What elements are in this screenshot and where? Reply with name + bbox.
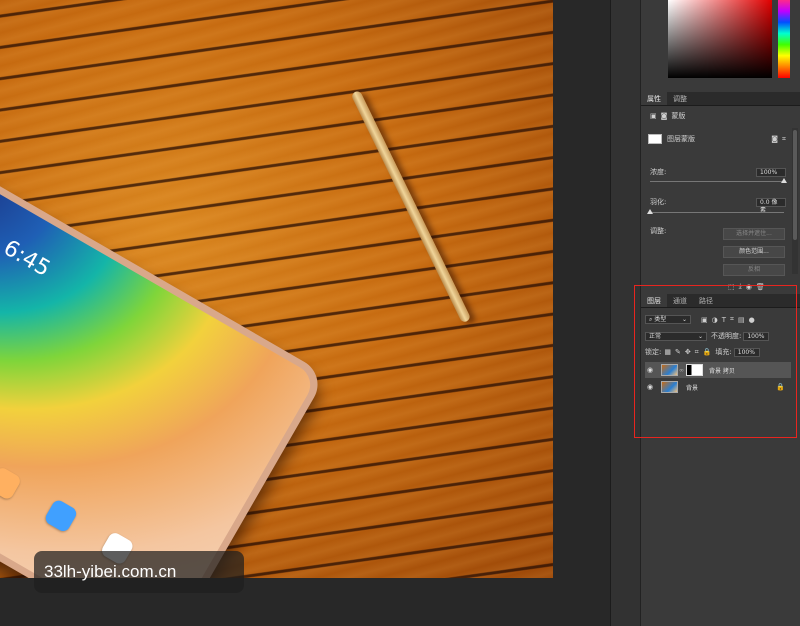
stylus-pen-image [350,89,472,324]
layer-thumbnail [661,381,678,393]
lock-label: 锁定: [645,348,662,356]
color-picker-field[interactable] [668,0,772,78]
blend-mode-select[interactable]: 正常 ⌄ [645,331,707,341]
invert-button[interactable]: 反相 [723,264,785,276]
layers-tabbar: 图层 通道 路径 [641,294,800,308]
layer-name: 背景 [686,384,699,392]
color-range-button[interactable]: 颜色范围... [723,246,785,258]
density-slider-track[interactable] [650,181,784,182]
eye-icon[interactable]: ◉ [645,366,655,374]
layer-filter-label: 类型 [654,316,667,323]
tab-properties[interactable]: 属性 [641,92,667,105]
lock-artboard-icon[interactable]: ⌗ [695,348,699,357]
blend-row: 正常 ⌄ 不透明度: 100% [645,331,790,341]
feather-slider-thumb[interactable] [647,209,653,214]
watermark: 33lh-yibei.com.cn [34,551,244,593]
opacity-label: 不透明度: [711,332,742,340]
feather-label: 羽化: [650,198,667,206]
filter-pixel-icon[interactable]: ▣ [701,316,708,324]
feather-row: 羽化: 0.0 像素 [650,197,786,214]
filter-smart-object-icon[interactable]: ▤ [738,316,745,324]
fill-label: 填充: [715,348,732,356]
tab-channels[interactable]: 通道 [667,294,693,307]
filter-toggle-icon[interactable]: ● [749,316,755,324]
app-icon [0,465,23,502]
properties-mode-row: ▣ ◙ 蒙版 [650,111,685,121]
layer-name: 背景 拷贝 [709,367,735,375]
disable-mask-icon[interactable]: ◉ [746,283,752,291]
lock-brush-icon[interactable]: ✎ [675,348,681,356]
properties-scrollbar-thumb[interactable] [793,130,797,240]
lock-transparent-icon[interactable]: ▦ [664,348,671,356]
layer-filter-select[interactable]: ⌕ 类型 ⌄ [645,315,691,324]
lock-icon: 🔒 [776,383,785,391]
layer-thumbnail [661,364,678,376]
lock-row: 锁定: ▦ ✎ ✥ ⌗ 🔒 填充: 100% [645,347,790,357]
chevron-down-icon: ⌄ [697,332,703,340]
chevron-down-icon: ⌄ [681,316,687,323]
pixel-mask-icon[interactable]: ◙ [771,135,778,143]
density-label: 浓度: [650,168,667,176]
app-icon [43,498,79,534]
apply-mask-icon[interactable]: ⤓ [739,282,742,291]
layer-row-background[interactable]: ◉ 背景 🔒 [645,379,791,395]
density-row: 浓度: 100% [650,167,786,177]
mask-preview [648,134,662,144]
feather-field[interactable]: 0.0 像素 [756,197,786,214]
pasteboard [553,0,610,626]
filter-shape-icon[interactable]: ⌗ [730,315,734,324]
mode-label: 蒙版 [671,112,686,120]
layer-filter-row: ⌕ 类型 ⌄ ▣ ◑ T ⌗ ▤ ● [645,315,790,324]
feather-slider-track[interactable] [650,212,784,213]
hue-slider[interactable] [778,0,790,78]
blend-mode-value: 正常 [649,332,662,340]
mask-icon[interactable]: ◙ [661,112,668,120]
lock-all-icon[interactable]: 🔒 [703,348,712,356]
select-and-mask-button[interactable]: 选择并遮住... [723,228,785,240]
collapsed-panel-strip[interactable] [610,0,640,626]
lock-move-icon[interactable]: ✥ [685,348,691,356]
image-icon[interactable]: ▣ [650,112,657,120]
trash-icon[interactable]: 🗑 [756,283,765,291]
tablet-clock: 6:45 [0,235,55,282]
mask-type-row: 图层蒙版 ◙ ⌗ [648,134,790,144]
mask-actions-row: ⬚ ⤓ ◉ 🗑 [728,282,769,291]
density-slider-thumb[interactable] [781,178,787,183]
fill-field[interactable]: 100% [733,347,760,357]
filter-type-icon[interactable]: T [722,316,726,324]
properties-tabbar: 属性 调整 [641,92,800,106]
layer-row-background-copy[interactable]: ◉ ∞ 背景 拷贝 [645,362,791,378]
load-selection-icon[interactable]: ⬚ [728,283,735,291]
tab-paths[interactable]: 路径 [693,294,719,307]
tab-adjustments[interactable]: 调整 [667,92,693,105]
tablet-image: 6:45 [0,140,328,578]
tab-layers[interactable]: 图层 [641,294,667,307]
filter-adjustment-icon[interactable]: ◑ [712,316,718,324]
tablet-screen: 6:45 [0,149,318,578]
vector-mask-icon[interactable]: ⌗ [782,135,786,144]
opacity-field[interactable]: 100% [743,331,770,341]
document-canvas[interactable]: 6:45 [0,0,553,578]
adjust-label: 调整: [650,227,667,235]
link-icon[interactable]: ∞ [679,367,684,374]
mask-type-label: 图层蒙版 [667,135,695,143]
eye-icon[interactable]: ◉ [645,383,655,391]
layer-mask-thumbnail[interactable] [686,364,703,376]
density-field[interactable]: 100% [756,167,786,177]
